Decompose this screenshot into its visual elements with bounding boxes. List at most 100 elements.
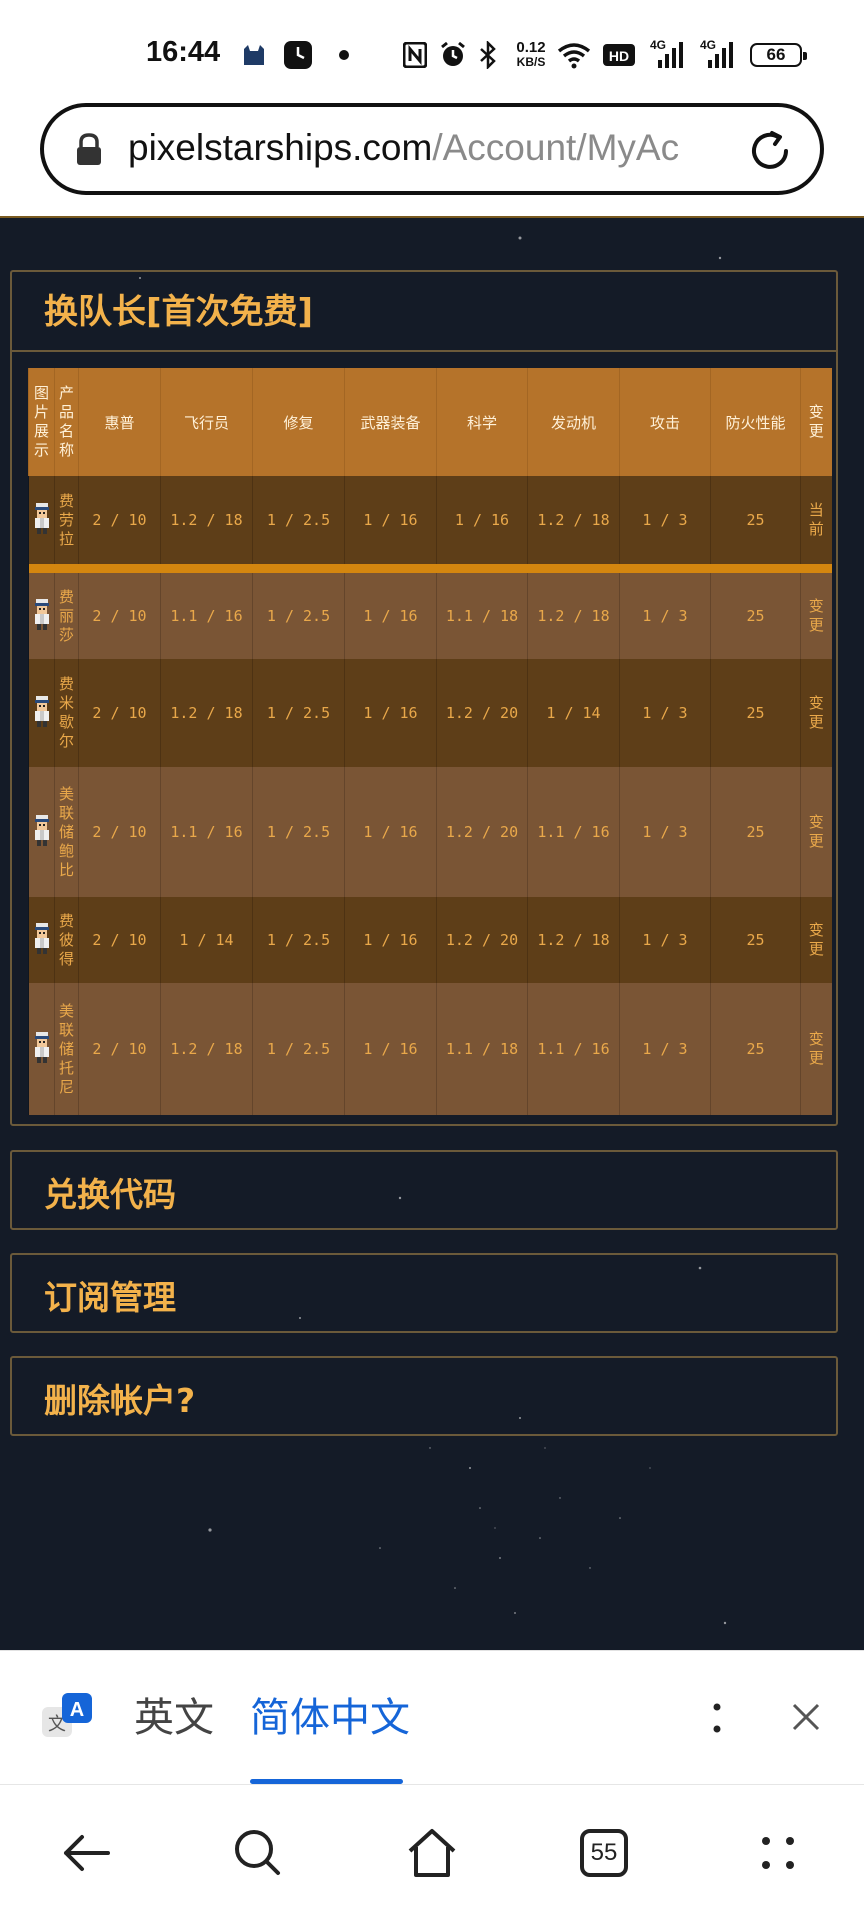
leader-name: 费米歇尔 — [58, 675, 74, 750]
svg-text:A: A — [70, 1699, 84, 1721]
more-options-icon[interactable] — [702, 1691, 732, 1747]
name-cell: 费彼得 — [54, 897, 79, 983]
header-weapon: 武器装备 — [344, 368, 437, 476]
hp-cell: 2 / 10 — [78, 767, 161, 897]
table-header-row: 图片展示 产品名称 惠普 飞行员 修复 武器装备 科学 发动机 攻击 防火性能 … — [28, 368, 832, 476]
header-engine: 发动机 — [527, 368, 620, 476]
avatar-cell — [28, 983, 55, 1115]
alarm-icon — [438, 40, 468, 70]
current-label: 当前 — [800, 476, 832, 564]
section-title[interactable]: 兑换代码 — [44, 1168, 176, 1216]
url-text[interactable]: pixelstarships.com/Account/MyAc — [128, 127, 758, 173]
name-cell: 费米歇尔 — [54, 659, 79, 767]
hp-cell: 2 / 10 — [78, 659, 161, 767]
header-label: 产品名称 — [58, 384, 74, 459]
repair-cell: 1 / 2.5 — [252, 573, 345, 659]
table-row: 费彼得 2 / 10 1 / 14 1 / 2.5 1 / 16 1.2 / 20 1.2 … — [28, 897, 832, 983]
attack-cell: 1 / 3 — [619, 476, 711, 564]
attack-cell: 1 / 3 — [619, 897, 711, 983]
nfc-icon — [400, 40, 430, 70]
home-icon[interactable] — [400, 1821, 464, 1885]
action-label[interactable]: 变更 — [807, 1030, 825, 1068]
weapon-cell: 1 / 16 — [344, 659, 437, 767]
translate-bar: 文 A 英文 简体中文 — [0, 1650, 864, 1784]
search-icon[interactable] — [226, 1821, 290, 1885]
hd-icon: HD — [602, 40, 636, 70]
action-label[interactable]: 变更 — [807, 597, 825, 635]
section-title: 换队长[首次免费] — [44, 292, 314, 332]
browser-nav-bar: 55 — [0, 1784, 864, 1920]
delete-account-section[interactable]: 删除帐户? — [10, 1356, 838, 1436]
section-title[interactable]: 订阅管理 — [44, 1271, 176, 1319]
fire-cell: 25 — [710, 983, 801, 1115]
science-cell: 1.2 / 20 — [436, 897, 528, 983]
action-label[interactable]: 变更 — [807, 813, 825, 851]
translate-icon[interactable]: 文 A — [40, 1691, 96, 1747]
fire-cell: 25 — [710, 659, 801, 767]
weapon-cell: 1 / 16 — [344, 767, 437, 897]
signal-icon: 4G — [698, 38, 738, 70]
leader-table: 图片展示 产品名称 惠普 飞行员 修复 武器装备 科学 发动机 攻击 防火性能 … — [28, 368, 832, 1115]
reload-icon[interactable] — [748, 129, 792, 177]
weapon-cell: 1 / 16 — [344, 476, 437, 564]
pilot-cell: 1.1 / 16 — [160, 767, 253, 897]
fire-cell: 25 — [710, 767, 801, 897]
table-row-current: 费劳拉 2 / 10 1.2 / 18 1 / 2.5 1 / 16 1 / 16 1.2 … — [28, 476, 832, 564]
back-arrow-icon[interactable] — [54, 1821, 118, 1885]
avatar — [34, 923, 49, 954]
header-action: 变更 — [800, 368, 832, 476]
science-cell: 1 / 16 — [436, 476, 528, 564]
change-link[interactable]: 变更 — [800, 573, 832, 659]
subscription-section[interactable]: 订阅管理 — [10, 1253, 838, 1333]
svg-text:HD: HD — [609, 48, 629, 64]
action-label: 当前 — [808, 501, 824, 538]
address-bar[interactable]: pixelstarships.com/Account/MyAc — [40, 103, 824, 195]
avatar-cell — [28, 476, 55, 564]
name-cell: 美联储托尼 — [54, 983, 79, 1115]
action-label[interactable]: 变更 — [807, 694, 825, 732]
tab-count: 55 — [580, 1829, 628, 1877]
redeem-code-section[interactable]: 兑换代码 — [10, 1150, 838, 1230]
net-speed-unit: KB/S — [516, 55, 546, 69]
change-link[interactable]: 变更 — [800, 767, 832, 897]
table-row: 费丽莎 2 / 10 1.1 / 16 1 / 2.5 1 / 16 1.1 / 18 1.… — [28, 573, 832, 659]
science-cell: 1.2 / 20 — [436, 659, 528, 767]
close-icon[interactable] — [790, 1701, 822, 1733]
leader-name: 美联储鲍比 — [58, 784, 74, 879]
leader-name: 美联储托尼 — [58, 1001, 74, 1096]
header-hp: 惠普 — [78, 368, 161, 476]
pilot-cell: 1.2 / 18 — [160, 476, 253, 564]
action-label[interactable]: 变更 — [807, 921, 825, 959]
leader-name: 费彼得 — [58, 911, 74, 968]
avatar — [34, 599, 49, 630]
repair-cell: 1 / 2.5 — [252, 983, 345, 1115]
leader-section: 换队长[首次免费] 图片展示 产品名称 惠普 飞行员 修复 武器装备 科学 发动… — [10, 270, 838, 1126]
avatar-cell — [28, 659, 55, 767]
section-title[interactable]: 删除帐户? — [44, 1374, 195, 1422]
menu-dots-icon[interactable] — [746, 1821, 810, 1885]
engine-cell: 1 / 14 — [527, 659, 620, 767]
net-speed-value: 0.12 — [516, 39, 546, 56]
avatar-cell — [28, 767, 55, 897]
bluetooth-icon — [476, 40, 500, 70]
pilot-cell: 1.2 / 18 — [160, 983, 253, 1115]
change-link[interactable]: 变更 — [800, 897, 832, 983]
tabs-button[interactable]: 55 — [572, 1821, 636, 1885]
leader-name: 费丽莎 — [58, 587, 74, 644]
clock-app-icon — [282, 40, 314, 70]
change-link[interactable]: 变更 — [800, 983, 832, 1115]
change-link[interactable]: 变更 — [800, 659, 832, 767]
lang-source-tab[interactable]: 英文 — [134, 1685, 214, 1743]
repair-cell: 1 / 2.5 — [252, 659, 345, 767]
status-time: 16:44 — [146, 36, 221, 68]
table-row: 美联储鲍比 2 / 10 1.1 / 16 1 / 2.5 1 / 16 1.2 / 20… — [28, 767, 832, 897]
table-row: 费米歇尔 2 / 10 1.2 / 18 1 / 2.5 1 / 16 1.2 / 20 1… — [28, 659, 832, 767]
repair-cell: 1 / 2.5 — [252, 897, 345, 983]
lock-icon — [74, 133, 104, 171]
signal-label: 4G — [650, 38, 667, 52]
avatar — [34, 503, 49, 534]
lang-target-tab[interactable]: 简体中文 — [250, 1685, 410, 1743]
page-content: 换队长[首次免费] 图片展示 产品名称 惠普 飞行员 修复 武器装备 科学 发动… — [0, 218, 864, 1650]
table-row: 美联储托尼 2 / 10 1.2 / 18 1 / 2.5 1 / 16 1.1 / 18… — [28, 983, 832, 1115]
net-speed: 0.12 KB/S — [510, 40, 552, 70]
